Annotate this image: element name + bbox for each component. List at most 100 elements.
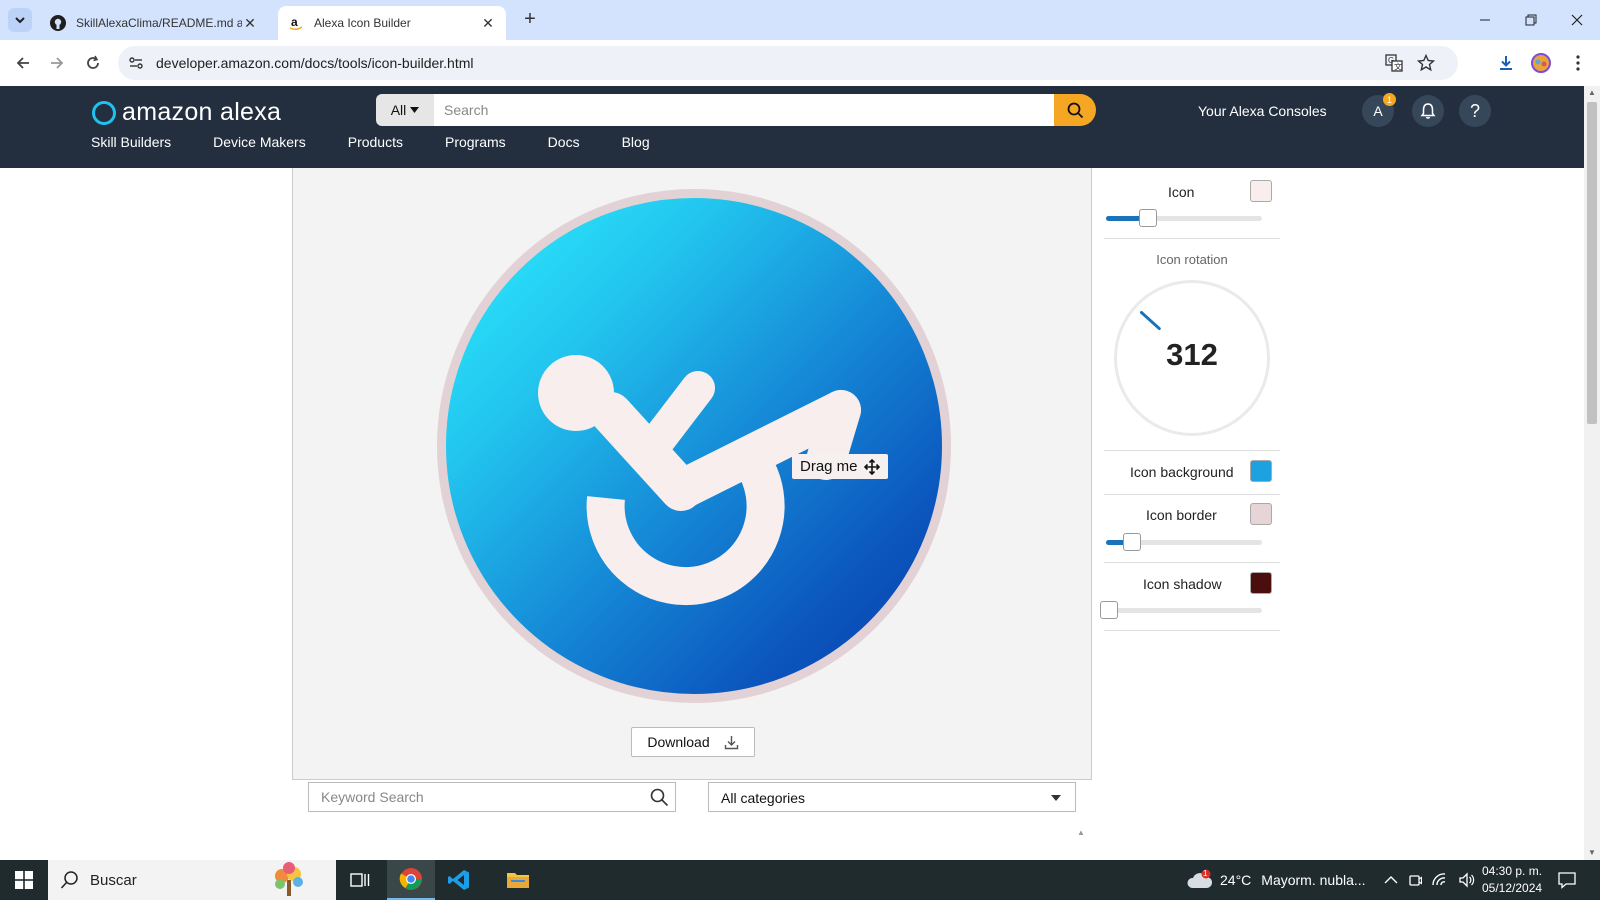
weather-description: Mayorm. nubla... [1261, 872, 1366, 888]
icon-background-label: Icon background [1130, 464, 1234, 480]
windows-icon [15, 871, 33, 889]
slider-thumb[interactable] [1139, 209, 1157, 227]
restore-icon [1525, 14, 1537, 26]
scrollbar-thumb[interactable] [1587, 102, 1597, 424]
browser-tab-alexa-icon-builder[interactable]: a Alexa Icon Builder ✕ [278, 6, 506, 40]
category-select[interactable]: All categories [708, 782, 1076, 812]
slider-thumb[interactable] [1100, 601, 1118, 619]
address-bar[interactable]: developer.amazon.com/docs/tools/icon-bui… [118, 46, 1458, 80]
scroll-down-icon[interactable]: ▼ [1584, 846, 1600, 860]
icon-background-swatch[interactable] [1250, 460, 1272, 482]
taskbar-vscode[interactable] [435, 860, 483, 900]
arrow-right-icon [51, 57, 64, 69]
divider [1104, 630, 1280, 631]
taskbar-chrome[interactable] [387, 860, 435, 900]
close-icon[interactable]: ✕ [242, 15, 258, 32]
reload-icon [87, 55, 99, 69]
chrome-icon [399, 868, 422, 890]
github-icon [50, 15, 66, 31]
tab-search-button[interactable] [8, 8, 32, 32]
icon-color-swatch[interactable] [1250, 180, 1272, 202]
icon-preview-panel: Drag me Download [292, 168, 1092, 780]
search-button[interactable] [1054, 94, 1096, 126]
restore-button[interactable] [1508, 0, 1554, 40]
nav-skill-builders[interactable]: Skill Builders [91, 134, 171, 150]
icon-border-slider[interactable] [1106, 533, 1262, 551]
icon-shadow-swatch[interactable] [1250, 572, 1272, 594]
svg-text:文: 文 [1394, 62, 1402, 72]
clock-time: 04:30 p. m. [1482, 864, 1543, 878]
divider [1104, 450, 1280, 451]
back-button[interactable] [10, 50, 36, 76]
site-info-icon[interactable] [126, 53, 146, 73]
icon-border-swatch[interactable] [1250, 503, 1272, 525]
search-input[interactable] [434, 94, 1054, 126]
icon-shadow-label: Icon shadow [1143, 576, 1222, 592]
close-window-button[interactable] [1554, 0, 1600, 40]
avatar-initial: A [1373, 103, 1383, 119]
scroll-up-icon[interactable]: ▲ [1584, 86, 1600, 100]
keyword-search-input[interactable] [309, 783, 639, 811]
start-button[interactable] [0, 860, 48, 900]
browser-menu-button[interactable] [1565, 50, 1591, 76]
search-icon[interactable] [649, 787, 669, 807]
icon-color-label: Icon [1168, 184, 1195, 200]
nav-blog[interactable]: Blog [622, 134, 650, 150]
bookmark-star-icon[interactable] [1416, 53, 1436, 73]
close-icon [1571, 14, 1583, 26]
tab-title: SkillAlexaClima/README.md at [76, 16, 242, 30]
task-view-button[interactable] [336, 860, 384, 900]
page-scrollbar[interactable]: ▲ ▼ [1584, 86, 1600, 860]
notification-center-button[interactable] [1558, 860, 1576, 900]
icon-size-slider[interactable] [1106, 209, 1262, 227]
browser-tab-github[interactable]: SkillAlexaClima/README.md at ✕ [40, 6, 268, 40]
notifications-button[interactable] [1412, 95, 1444, 127]
download-icon [1500, 56, 1512, 70]
new-tab-button[interactable]: + [518, 8, 542, 32]
search-icon [60, 871, 78, 889]
nav-programs[interactable]: Programs [445, 134, 506, 150]
weather-widget[interactable]: 1 24°C Mayorm. nubla... [1186, 860, 1366, 900]
folder-icon [507, 873, 529, 888]
tab-title: Alexa Icon Builder [314, 16, 411, 30]
category-selected: All categories [721, 790, 806, 806]
caret-down-icon [1051, 795, 1061, 801]
translate-icon[interactable]: G文 [1384, 53, 1404, 73]
nav-products[interactable]: Products [348, 134, 403, 150]
help-button[interactable]: ? [1459, 95, 1491, 127]
search-highlight-tree-icon [275, 862, 303, 896]
close-icon[interactable]: ✕ [480, 15, 496, 32]
chevron-up-icon[interactable] [1384, 875, 1398, 885]
nav-docs[interactable]: Docs [548, 134, 580, 150]
system-tray [1384, 860, 1476, 900]
windows-taskbar: Buscar 1 24°C Mayorm. nubla... 04:30 p. … [0, 860, 1600, 900]
taskbar-clock[interactable]: 04:30 p. m. 05/12/2024 [1482, 863, 1542, 897]
meet-now-icon[interactable] [1408, 872, 1422, 888]
downloads-button[interactable] [1493, 50, 1519, 76]
drag-handle[interactable]: Drag me [792, 454, 888, 479]
search-category-dropdown[interactable]: All [376, 94, 434, 126]
taskbar-file-explorer[interactable] [494, 860, 542, 900]
forward-button[interactable] [44, 50, 70, 76]
reload-button[interactable] [80, 50, 106, 76]
scroll-up-icon[interactable]: ▲ [1076, 828, 1086, 860]
speaker-icon[interactable] [1458, 872, 1476, 888]
clock-date: 05/12/2024 [1482, 881, 1543, 895]
icon-border-label: Icon border [1146, 507, 1217, 523]
download-button[interactable]: Download [631, 727, 755, 757]
icon-rotation-label: Icon rotation [1156, 252, 1228, 267]
wifi-icon[interactable] [1432, 872, 1448, 888]
profile-avatar[interactable] [1528, 50, 1554, 76]
cloudy-weather-icon [1187, 869, 1213, 888]
your-alexa-consoles-link[interactable]: Your Alexa Consoles [1198, 103, 1327, 119]
slider-thumb[interactable] [1123, 533, 1141, 551]
taskbar-search[interactable]: Buscar [48, 860, 336, 900]
icon-rotation-dial[interactable]: 312 [1114, 280, 1270, 436]
url-text[interactable]: developer.amazon.com/docs/tools/icon-bui… [156, 55, 474, 71]
icon-shadow-slider[interactable] [1100, 601, 1262, 619]
profile-icon [1531, 53, 1551, 73]
download-icon [724, 735, 738, 749]
amazon-alexa-logo[interactable]: amazon alexa [92, 98, 281, 127]
minimize-button[interactable] [1462, 0, 1508, 40]
nav-device-makers[interactable]: Device Makers [213, 134, 306, 150]
